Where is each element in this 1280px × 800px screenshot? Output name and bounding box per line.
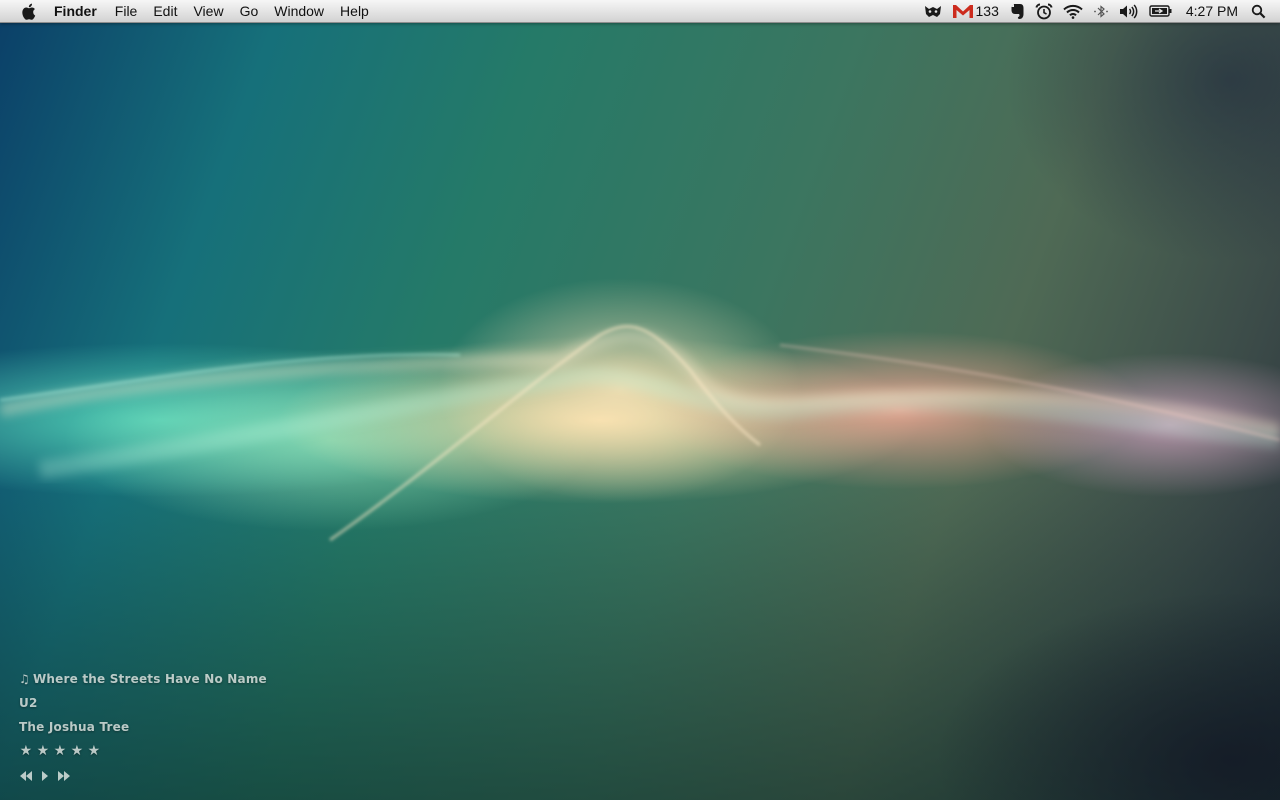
menu-extras: 133 4:27 PM — [919, 0, 1280, 22]
rating-star-5[interactable]: ★ — [87, 742, 101, 766]
rating-star-2[interactable]: ★ — [36, 742, 50, 766]
previous-track-icon[interactable] — [19, 771, 33, 781]
menu-clock[interactable]: 4:27 PM — [1178, 3, 1247, 19]
alarm-clock-icon[interactable] — [1030, 0, 1058, 22]
menu-edit[interactable]: Edit — [145, 0, 185, 22]
gmail-notifier[interactable]: 133 — [947, 0, 1005, 22]
apple-menu-icon[interactable] — [20, 3, 36, 20]
menu-go[interactable]: Go — [232, 0, 267, 22]
album-name: The Joshua Tree — [19, 720, 130, 734]
now-playing-widget: ♫ Where the Streets Have No Name U2 The J… — [19, 670, 267, 785]
rating-star-4[interactable]: ★ — [70, 742, 84, 766]
rating-star-3[interactable]: ★ — [53, 742, 67, 766]
track-title: Where the Streets Have No Name — [32, 672, 267, 686]
growl-icon[interactable] — [919, 0, 947, 22]
rating-star-1[interactable]: ★ — [19, 742, 33, 766]
wifi-icon[interactable] — [1058, 0, 1088, 22]
menu-help[interactable]: Help — [332, 0, 377, 22]
track-line: ♫ Where the Streets Have No Name — [19, 670, 267, 694]
artist-name: U2 — [19, 696, 38, 710]
bluetooth-icon[interactable] — [1088, 0, 1114, 22]
volume-icon[interactable] — [1114, 0, 1144, 22]
next-track-icon[interactable] — [57, 771, 71, 781]
menu-view[interactable]: View — [185, 0, 231, 22]
spotlight-icon[interactable] — [1247, 0, 1280, 22]
menu-finder[interactable]: Finder — [52, 0, 105, 22]
music-note-icon: ♫ — [19, 672, 30, 686]
battery-icon[interactable] — [1144, 0, 1178, 22]
rating-stars: ★ ★ ★ ★ ★ — [19, 742, 267, 766]
playback-controls — [19, 767, 267, 785]
gmail-unread-count: 133 — [975, 3, 999, 19]
menu-window[interactable]: Window — [266, 0, 332, 22]
desktop[interactable]: Finder File Edit View Go Window Help 133 — [0, 0, 1280, 800]
gmail-icon — [952, 4, 973, 18]
menu-bar: Finder File Edit View Go Window Help 133 — [0, 0, 1280, 23]
menu-file[interactable]: File — [107, 0, 146, 22]
play-icon[interactable] — [41, 771, 49, 781]
evernote-icon[interactable] — [1005, 0, 1030, 22]
